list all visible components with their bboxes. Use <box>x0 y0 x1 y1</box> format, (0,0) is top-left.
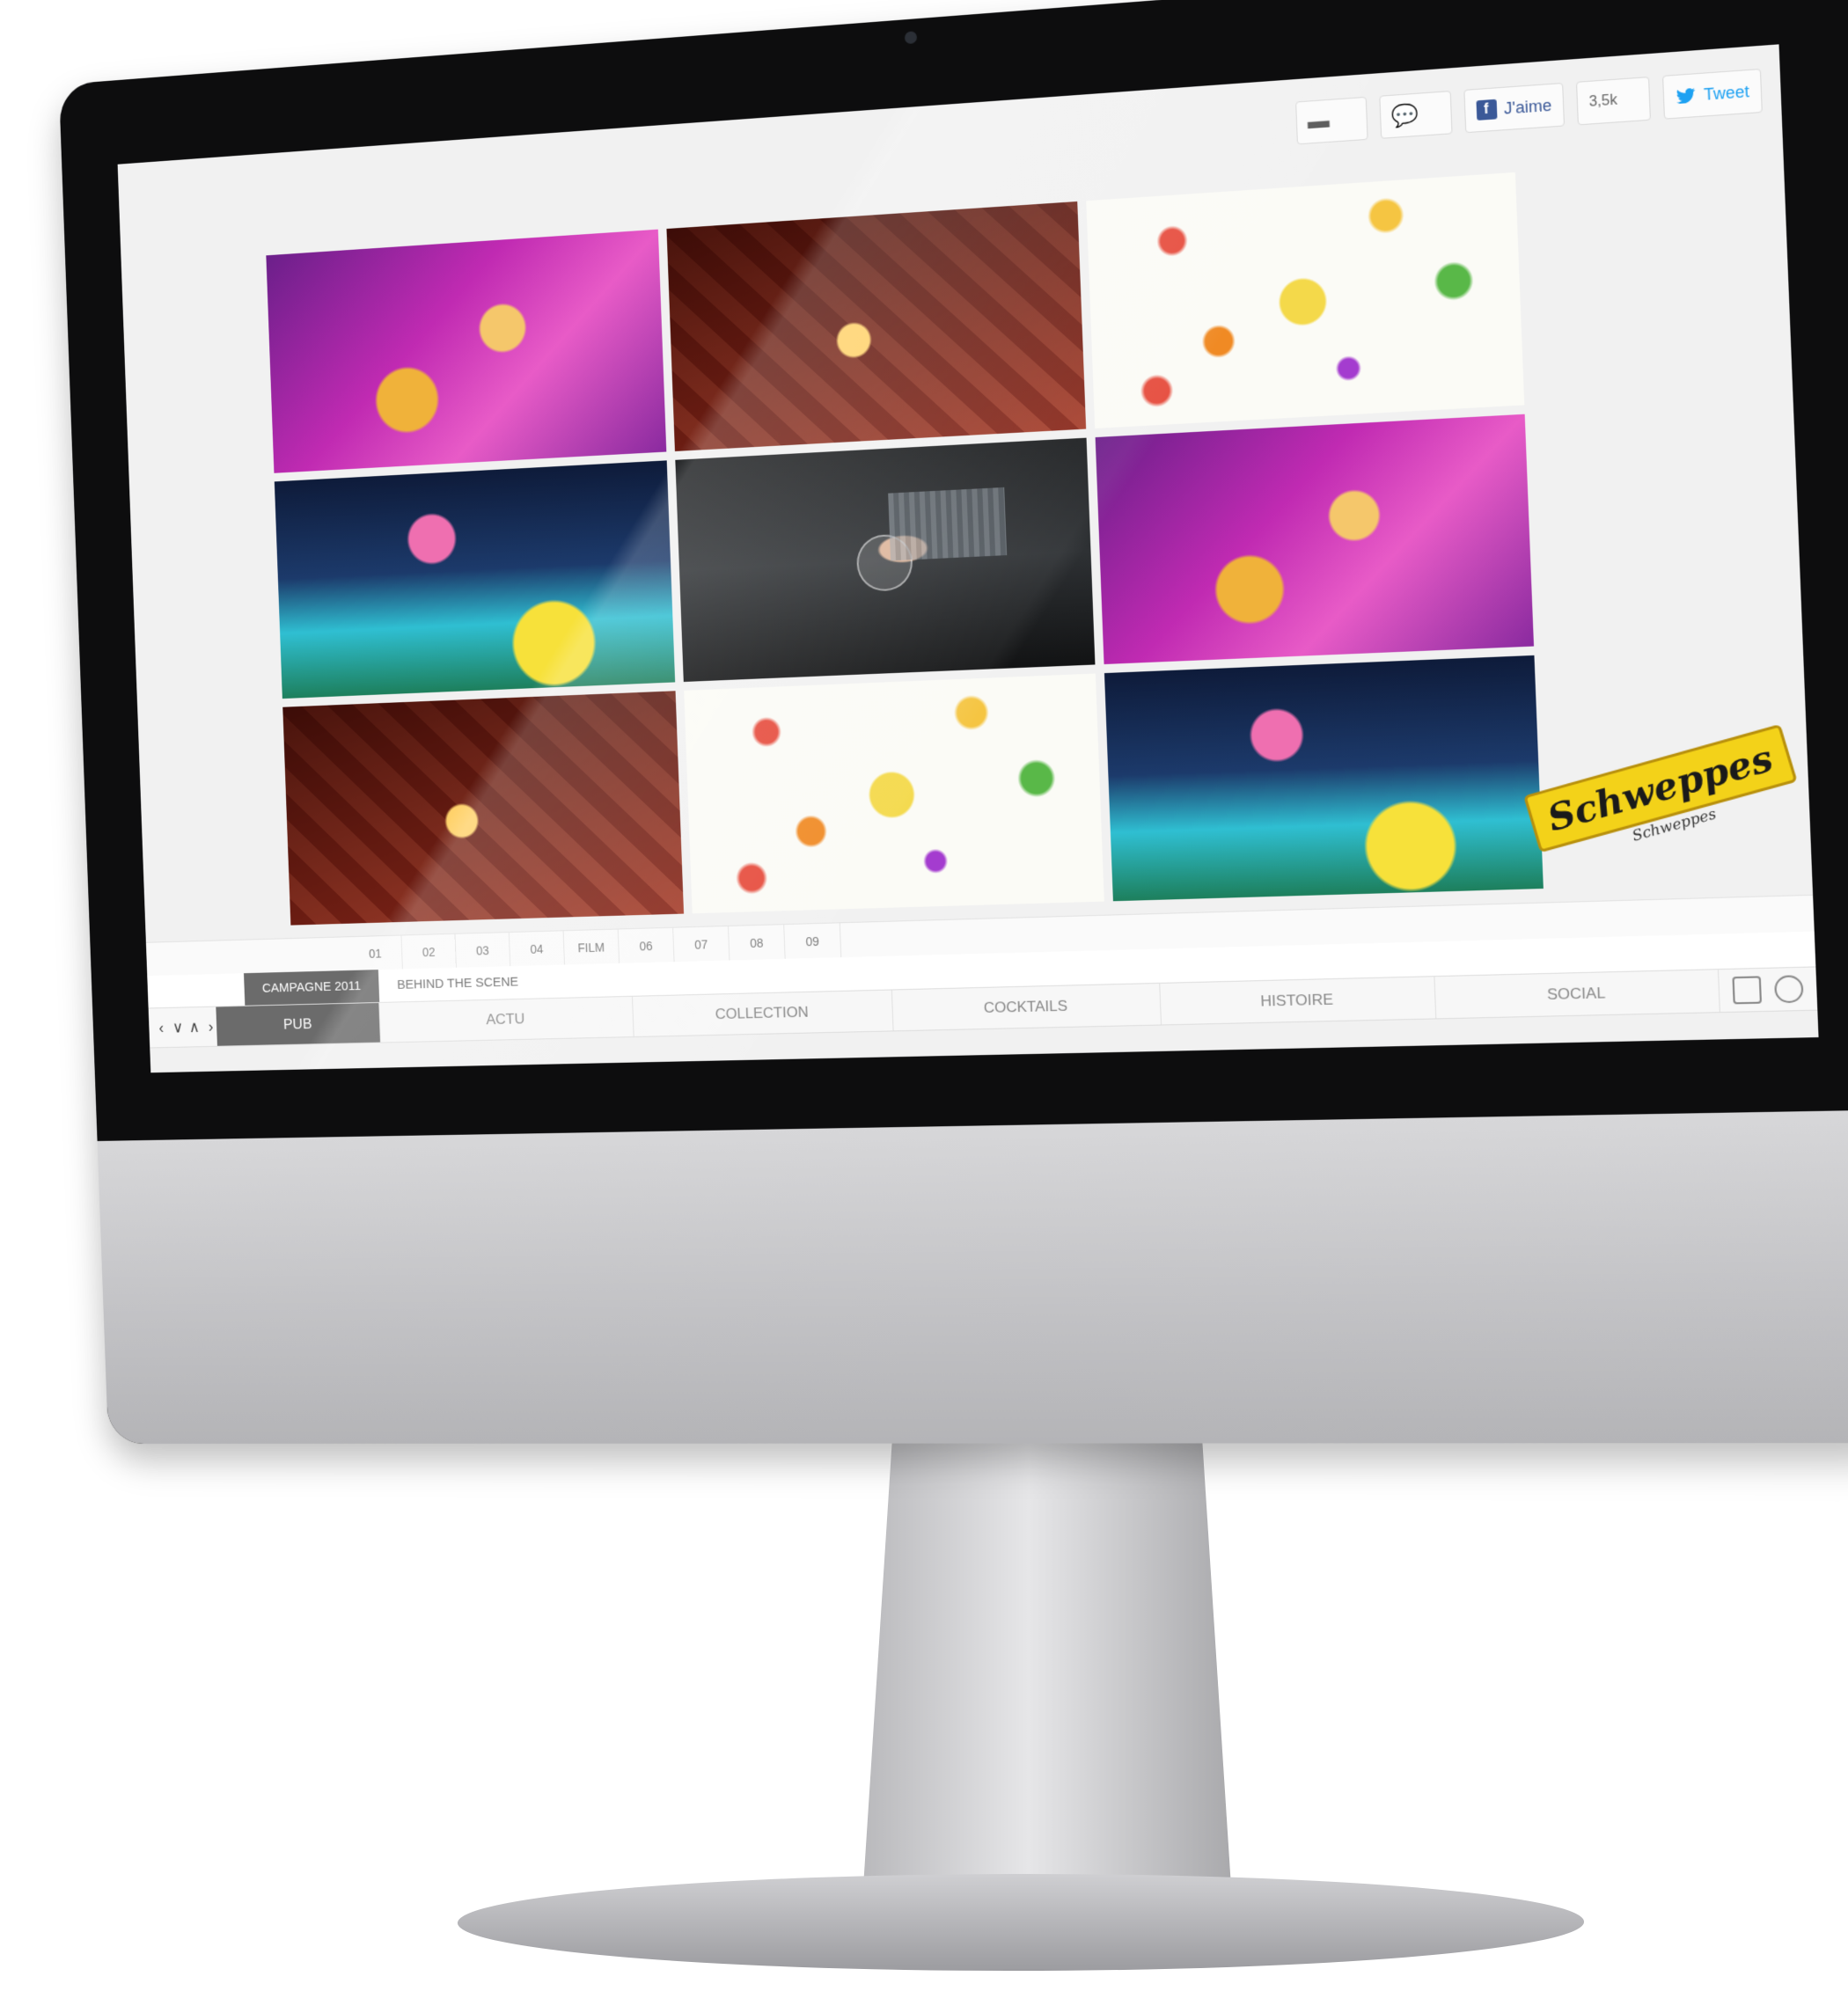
monitor-bezel: ▬ 💬 f J'aime 3,5k Tweet Schweppes Schwep… <box>58 0 1848 1444</box>
arrow-right-icon[interactable]: › <box>204 1018 216 1036</box>
nav-tools <box>1719 975 1817 1005</box>
pager-item-07[interactable]: 07 <box>673 926 730 963</box>
nav-item-collection[interactable]: COLLECTION <box>632 990 894 1037</box>
grid-tile-film[interactable] <box>675 437 1096 683</box>
gear-icon[interactable] <box>1773 975 1804 1004</box>
facebook-like-button[interactable]: f J'aime <box>1463 82 1566 134</box>
nav-item-social[interactable]: SOCIAL <box>1434 970 1720 1019</box>
arrow-down-icon[interactable]: ∨ <box>172 1018 184 1036</box>
grid-tile-02[interactable] <box>666 201 1086 451</box>
nav-item-cocktails[interactable]: COCKTAILS <box>892 983 1162 1031</box>
qr-code-icon[interactable] <box>1732 976 1763 1005</box>
monitor-stand <box>862 1443 1232 1900</box>
nav-item-histoire[interactable]: HISTOIRE <box>1159 977 1437 1025</box>
like-count: 3,5k <box>1575 76 1651 126</box>
comment-icon[interactable]: 💬 <box>1378 91 1453 139</box>
camera-icon <box>904 31 918 45</box>
nav-item-actu[interactable]: ACTU <box>379 996 634 1043</box>
grid-tile-03[interactable] <box>1085 172 1525 428</box>
pager-item-02[interactable]: 02 <box>401 933 457 970</box>
monitor: ▬ 💬 f J'aime 3,5k Tweet Schweppes Schwep… <box>0 0 1848 1991</box>
pager-item-06[interactable]: 06 <box>618 927 675 964</box>
pager-item-film[interactable]: FILM <box>563 929 620 966</box>
nav-item-pub[interactable]: PUB <box>216 1002 381 1046</box>
photo-grid <box>266 172 1544 926</box>
share-bar: ▬ 💬 f J'aime 3,5k Tweet <box>1294 59 1763 155</box>
monitor-foot <box>451 1874 1591 1971</box>
arrow-left-icon[interactable]: ‹ <box>155 1019 167 1036</box>
pager-item-03[interactable]: 03 <box>455 933 511 969</box>
tweet-button[interactable]: Tweet <box>1661 68 1763 120</box>
nav-arrows: ‹ ∨ ∧ › <box>155 1018 216 1037</box>
grid-tile-01[interactable] <box>266 229 667 473</box>
grid-tile-08[interactable] <box>684 673 1104 914</box>
monitor-chin <box>97 1109 1848 1444</box>
pager-item-01[interactable]: 01 <box>348 935 403 971</box>
grid-tile-04[interactable] <box>274 459 676 699</box>
screen: ▬ 💬 f J'aime 3,5k Tweet Schweppes Schwep… <box>117 44 1819 1073</box>
grid-tile-07[interactable] <box>282 691 685 926</box>
tab-behind-the-scene[interactable]: BEHIND THE SCENE <box>378 965 538 1002</box>
pager-item-08[interactable]: 08 <box>728 925 786 962</box>
grid-tile-06[interactable] <box>1095 414 1535 665</box>
facebook-icon: f <box>1475 99 1497 121</box>
grid-tile-09[interactable] <box>1104 655 1544 902</box>
brand-logo[interactable]: Schweppes Schweppes <box>1523 723 1798 909</box>
tweet-label: Tweet <box>1703 82 1750 104</box>
like-label: J'aime <box>1503 95 1552 118</box>
pager-item-04[interactable]: 04 <box>509 931 566 968</box>
tab-campagne-2011[interactable]: CAMPAGNE 2011 <box>244 970 380 1006</box>
pager-item-09[interactable]: 09 <box>784 923 842 960</box>
twitter-icon <box>1675 85 1697 106</box>
arrow-up-icon[interactable]: ∧ <box>188 1018 201 1036</box>
video-icon[interactable]: ▬ <box>1294 96 1368 145</box>
